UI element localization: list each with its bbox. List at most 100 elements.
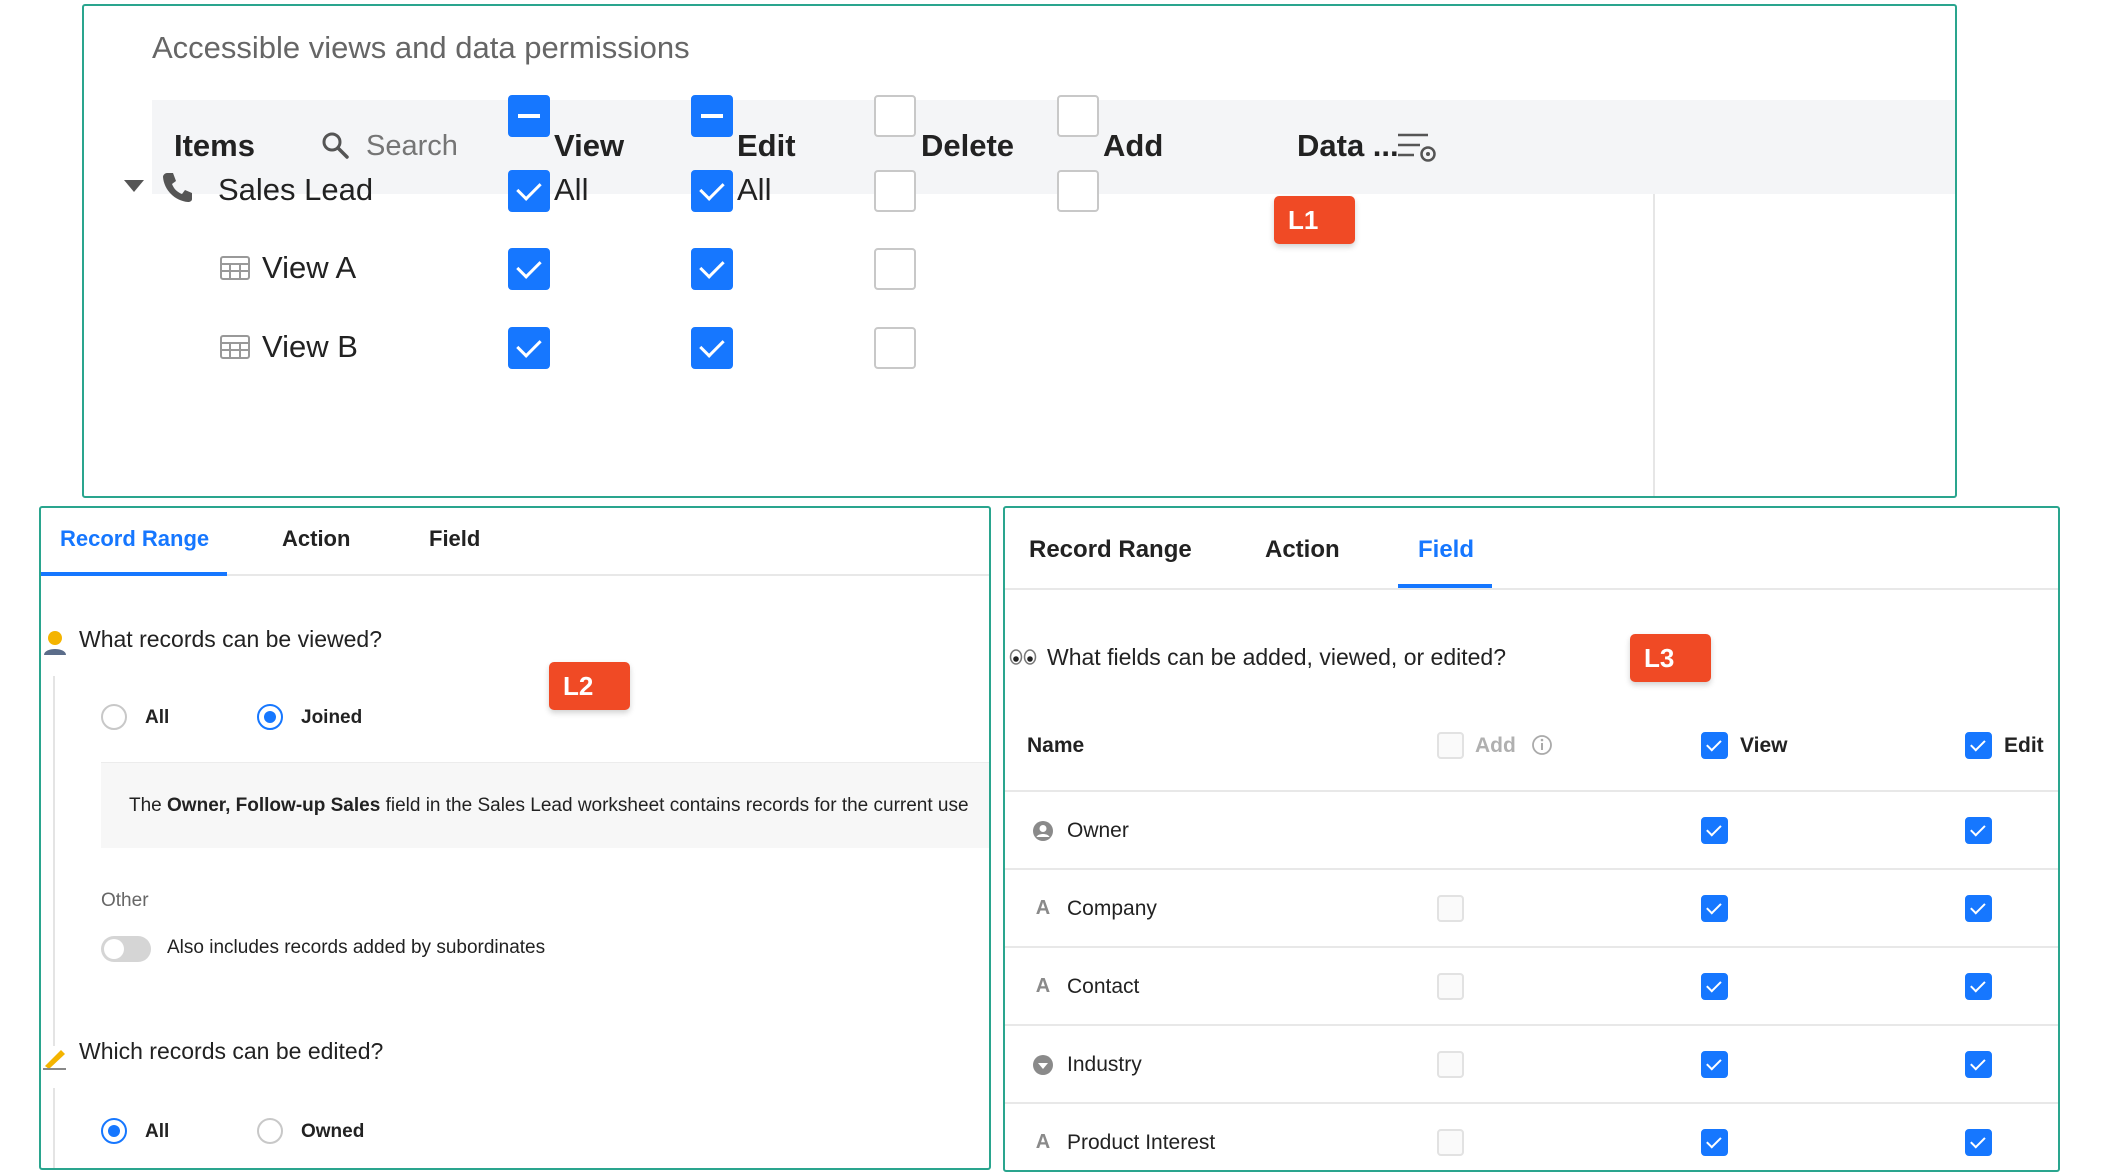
info-icon[interactable] (1531, 734, 1553, 756)
add-column-header: Add (1475, 734, 1516, 757)
items-column-header: Items (174, 128, 255, 163)
row-name-view-a: View A (262, 250, 357, 285)
view-a-delete-checkbox[interactable] (874, 248, 916, 290)
row-divider (1005, 868, 2058, 870)
add-all-checkbox[interactable] (1437, 732, 1464, 759)
view-all-checkbox[interactable] (508, 95, 550, 137)
column-divider (1653, 194, 1655, 496)
view-column-header: View (554, 128, 625, 163)
contact-add-checkbox[interactable] (1437, 973, 1464, 1000)
sales-lead-view-checkbox[interactable] (508, 170, 550, 212)
view-b-view-checkbox[interactable] (508, 327, 550, 369)
company-edit-checkbox[interactable] (1965, 895, 1992, 922)
sales-lead-edit-scope: All (737, 172, 772, 207)
edit-column-header: Edit (2004, 734, 2044, 757)
edit-owned-radio[interactable] (257, 1118, 283, 1144)
industry-add-checkbox[interactable] (1437, 1051, 1464, 1078)
row-divider (1005, 1024, 2058, 1026)
row-name-sales-lead: Sales Lead (218, 172, 374, 207)
view-column-header: View (1740, 734, 1788, 757)
edit-all-checkbox[interactable] (691, 95, 733, 137)
field-name-company: Company (1067, 897, 1157, 920)
view-records-question: What records can be viewed? (79, 626, 382, 652)
writing-hand-emoji-icon (43, 1050, 66, 1070)
company-view-checkbox[interactable] (1701, 895, 1728, 922)
tab-field[interactable]: Field (1418, 536, 1474, 564)
edit-column-header: Edit (737, 128, 796, 163)
delete-column-header: Delete (921, 128, 1015, 163)
text-field-icon: A (1035, 1131, 1051, 1153)
other-section-label: Other (101, 890, 149, 911)
callout-badge-l2: L2 (549, 662, 630, 710)
collapse-triangle-icon[interactable] (122, 178, 146, 194)
field-permissions-panel: Record Range Action Field What fields ca… (1003, 506, 2060, 1172)
sales-lead-view-scope: All (554, 172, 589, 207)
product-interest-view-checkbox[interactable] (1701, 1129, 1728, 1156)
subordinates-toggle-label: Also includes records added by subordina… (167, 937, 546, 958)
tab-divider (227, 574, 989, 576)
record-range-panel: Record Range Action Field What records c… (39, 506, 991, 1170)
company-add-checkbox[interactable] (1437, 895, 1464, 922)
phone-icon (163, 173, 192, 202)
row-divider (1005, 946, 2058, 948)
note-prefix: The (129, 795, 168, 816)
tab-record-range[interactable]: Record Range (1029, 536, 1192, 564)
product-interest-add-checkbox[interactable] (1437, 1129, 1464, 1156)
table-view-icon (220, 256, 250, 280)
tab-action[interactable]: Action (1265, 536, 1340, 564)
text-field-icon: A (1035, 897, 1051, 919)
section-guide-line (53, 1088, 55, 1168)
view-a-view-checkbox[interactable] (508, 248, 550, 290)
sales-lead-delete-checkbox[interactable] (874, 170, 916, 212)
permissions-panel: Accessible views and data permissions It… (82, 4, 1957, 498)
industry-view-checkbox[interactable] (1701, 1051, 1728, 1078)
row-divider (1005, 1102, 2058, 1104)
industry-edit-checkbox[interactable] (1965, 1051, 1992, 1078)
column-settings-icon[interactable] (1396, 130, 1438, 166)
table-view-icon (220, 335, 250, 359)
joined-explanation: The Owner, Follow-up Sales field in the … (101, 762, 989, 848)
section-guide-line (53, 676, 55, 1046)
note-fields: Owner, Follow-up Sales (167, 795, 381, 816)
row-name-view-b: View B (262, 329, 358, 364)
search-icon[interactable] (320, 130, 350, 160)
view-a-edit-checkbox[interactable] (691, 248, 733, 290)
field-name-contact: Contact (1067, 975, 1140, 998)
edit-records-question: Which records can be edited? (79, 1038, 384, 1064)
text-field-icon: A (1035, 975, 1051, 997)
view-all-label: All (145, 707, 170, 728)
contact-edit-checkbox[interactable] (1965, 973, 1992, 1000)
tab-action[interactable]: Action (282, 526, 350, 552)
tab-record-range[interactable]: Record Range (60, 526, 209, 552)
panel-title: Accessible views and data permissions (152, 30, 690, 65)
user-icon (1033, 821, 1053, 841)
sales-lead-edit-checkbox[interactable] (691, 170, 733, 212)
view-all-checkbox[interactable] (1701, 732, 1728, 759)
edit-all-checkbox[interactable] (1965, 732, 1992, 759)
owner-edit-checkbox[interactable] (1965, 817, 1992, 844)
fields-question: What fields can be added, viewed, or edi… (1047, 644, 1507, 670)
delete-all-checkbox[interactable] (874, 95, 916, 137)
subordinates-toggle[interactable] (101, 936, 151, 962)
edit-all-label: All (145, 1121, 170, 1142)
product-interest-edit-checkbox[interactable] (1965, 1129, 1992, 1156)
edit-owned-label: Owned (301, 1121, 365, 1142)
tab-field[interactable]: Field (429, 526, 480, 552)
view-b-edit-checkbox[interactable] (691, 327, 733, 369)
view-joined-radio[interactable] (257, 704, 283, 730)
note-suffix: field in the Sales Lead worksheet contai… (380, 795, 969, 816)
name-column-header: Name (1027, 734, 1085, 757)
owner-view-checkbox[interactable] (1701, 817, 1728, 844)
select-field-icon (1033, 1055, 1053, 1075)
contact-view-checkbox[interactable] (1701, 973, 1728, 1000)
add-all-checkbox[interactable] (1057, 95, 1099, 137)
data-column-header: Data ... (1297, 128, 1399, 163)
eyes-emoji-icon (1009, 649, 1037, 665)
add-column-header: Add (1103, 128, 1164, 163)
edit-all-radio[interactable] (101, 1118, 127, 1144)
active-tab-indicator (41, 572, 227, 576)
view-all-radio[interactable] (101, 704, 127, 730)
sales-lead-add-checkbox[interactable] (1057, 170, 1099, 212)
field-name-industry: Industry (1067, 1053, 1142, 1076)
view-b-delete-checkbox[interactable] (874, 327, 916, 369)
